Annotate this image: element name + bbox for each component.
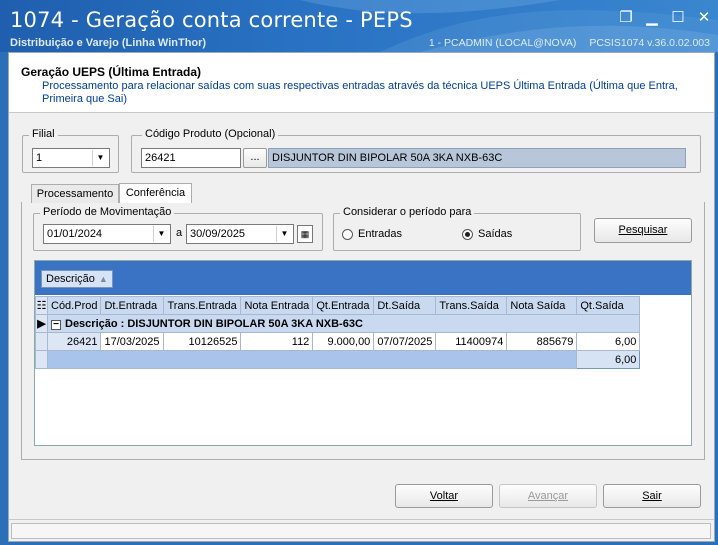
- row-pointer-icon: ▶: [35, 314, 48, 333]
- collapse-icon[interactable]: −: [51, 319, 61, 330]
- tab-conferencia[interactable]: Conferência: [119, 183, 192, 203]
- exit-button-label: Sair: [642, 490, 662, 502]
- produto-lookup-button[interactable]: ...: [243, 148, 267, 168]
- cell: 9.000,00: [312, 332, 375, 351]
- minimize-icon[interactable]: ▁: [644, 10, 660, 26]
- title-bar: 1074 - Geração conta corrente - PEPS Dis…: [0, 0, 718, 52]
- back-button[interactable]: Voltar: [395, 484, 493, 508]
- grid-menu-icon[interactable]: ☷: [35, 296, 48, 315]
- group-by-label: Descrição: [46, 273, 95, 285]
- tab-panel-conferencia: Descrição ▲ ☷ Cód.Prod Dt.Entrada Trans.E…: [21, 202, 705, 460]
- grid-header-row: ☷ Cód.Prod Dt.Entrada Trans.Entrada Nota…: [35, 296, 641, 315]
- next-button-label: Avançar: [527, 490, 569, 502]
- row-indicator: [35, 332, 48, 351]
- cell: 10126525: [163, 332, 242, 351]
- group-row[interactable]: ▶ − Descrição : DISJUNTOR DIN BIPOLAR 50A…: [35, 314, 641, 333]
- row-indicator: [35, 350, 48, 369]
- column-header[interactable]: Trans.Saída: [435, 296, 508, 315]
- cell: 885679: [506, 332, 578, 351]
- column-header[interactable]: Dt.Entrada: [100, 296, 165, 315]
- results-grid[interactable]: Descrição ▲ ☷ Cód.Prod Dt.Entrada Trans.E…: [34, 260, 692, 446]
- page-description: Processamento para relacionar saídas com…: [42, 80, 678, 105]
- column-header[interactable]: Nota Entrada: [240, 296, 314, 315]
- status-bar-panel: [11, 523, 711, 539]
- cell: 6,00: [576, 332, 641, 351]
- group-by-panel: Descrição ▲: [35, 261, 691, 295]
- maximize-icon[interactable]: ☐: [670, 10, 686, 26]
- produto-code-input[interactable]: 26421: [141, 148, 241, 168]
- close-icon[interactable]: ✕: [696, 10, 712, 26]
- filial-label: Filial: [29, 128, 58, 140]
- page-title: Geração UEPS (Última Entrada): [21, 65, 202, 79]
- client-area: Geração UEPS (Última Entrada) Processame…: [8, 52, 715, 542]
- group-by-chip[interactable]: Descrição ▲: [41, 270, 113, 288]
- restore-icon[interactable]: ❐: [618, 10, 634, 26]
- exit-button[interactable]: Sair: [603, 484, 701, 508]
- produto-label: Código Produto (Opcional): [142, 128, 279, 140]
- group-row-label: Descrição : DISJUNTOR DIN BIPOLAR 50A 3K…: [65, 317, 363, 330]
- tab-processamento[interactable]: Processamento: [31, 184, 119, 203]
- filial-select[interactable]: 1 ▼: [32, 148, 110, 168]
- cell: 17/03/2025: [100, 332, 165, 351]
- app-subtitle: Distribuição e Varejo (Linha WinThor): [10, 37, 207, 49]
- app-title: 1074 - Geração conta corrente - PEPS: [10, 8, 413, 32]
- filial-group: Filial 1 ▼: [22, 128, 119, 173]
- back-button-label: Voltar: [429, 490, 459, 502]
- column-header[interactable]: Cód.Prod: [46, 296, 102, 315]
- next-button: Avançar: [499, 484, 597, 508]
- status-bar: [9, 519, 714, 541]
- cell: 26421: [66, 335, 98, 348]
- column-header[interactable]: Qt.Saída: [576, 296, 641, 315]
- summary-filler: [46, 350, 578, 369]
- produto-description: DISJUNTOR DIN BIPOLAR 50A 3KA NXB-63C: [268, 148, 686, 168]
- window-controls: ❐ ▁ ☐ ✕: [618, 10, 712, 26]
- table-row[interactable]: 26421 17/03/2025 10126525 112 9.000,00 0…: [35, 332, 641, 351]
- cell: 112: [240, 332, 314, 351]
- group-row-cell: − Descrição : DISJUNTOR DIN BIPOLAR 50A 3…: [46, 314, 641, 333]
- chevron-down-icon[interactable]: ▼: [92, 150, 108, 166]
- filial-value: 1: [36, 152, 43, 164]
- column-header[interactable]: Dt.Saída: [373, 296, 437, 315]
- summary-qt-saida: 6,00: [576, 350, 641, 369]
- indent-cell: 26421: [46, 332, 102, 351]
- user-info: 1 - PCADMIN (LOCAL@NOVA): [428, 37, 577, 49]
- grid-table: ☷ Cód.Prod Dt.Entrada Trans.Entrada Nota…: [35, 296, 641, 369]
- column-header[interactable]: Qt.Entrada: [312, 296, 375, 315]
- column-header[interactable]: Trans.Entrada: [163, 296, 242, 315]
- header-panel: Geração UEPS (Última Entrada) Processame…: [9, 53, 714, 113]
- produto-group: Código Produto (Opcional) 26421 ... DISJ…: [131, 128, 701, 173]
- summary-row: 6,00: [35, 350, 641, 369]
- column-header[interactable]: Nota Saída: [506, 296, 578, 315]
- app-status: 1 - PCADMIN (LOCAL@NOVA) PCSIS1074 v.36.…: [419, 37, 710, 49]
- cell: 07/07/2025: [373, 332, 437, 351]
- version-info: PCSIS1074 v.36.0.02.003: [589, 37, 710, 49]
- sort-asc-icon: ▲: [98, 274, 108, 284]
- cell: 11400974: [435, 332, 508, 351]
